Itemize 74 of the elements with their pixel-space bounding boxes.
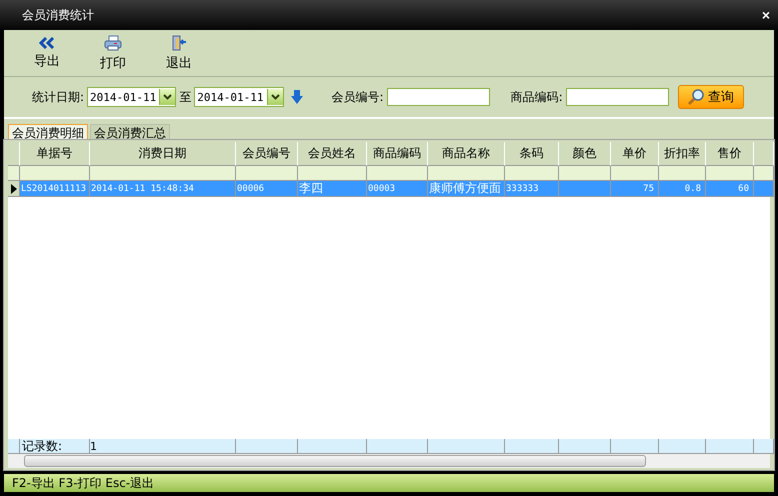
summary-label: 记录数: (20, 439, 90, 454)
tab[interactable]: 会员消费汇总 (90, 124, 170, 140)
filter-cell[interactable] (90, 166, 236, 181)
toolbar-button[interactable]: 退出 (160, 34, 198, 72)
filter-cell[interactable] (367, 166, 428, 181)
table-cell: LS2014011113 (20, 181, 90, 197)
filter-cell[interactable] (559, 166, 611, 181)
filter-cell[interactable] (298, 166, 367, 181)
table-cell: 75 (611, 181, 659, 197)
horizontal-scrollbar[interactable] (8, 454, 770, 468)
column-header[interactable]: 单据号 (20, 142, 90, 166)
filter-cell[interactable] (754, 166, 774, 181)
shortcut-hint: F2-导出 F3-打印 Esc-退出 (12, 474, 154, 492)
door-exit-icon (171, 34, 187, 50)
search-icon (687, 88, 706, 106)
summary-cell (505, 439, 559, 454)
double-chevron-icon (39, 36, 55, 48)
toolbar-button[interactable]: 打印 (94, 34, 132, 72)
date-from-picker[interactable]: 2014-01-11 (87, 87, 176, 107)
filter-cell[interactable] (659, 166, 706, 181)
date-label: 统计日期: (32, 88, 84, 106)
column-header[interactable]: 会员姓名 (298, 142, 367, 166)
table-cell: 333333 (505, 181, 559, 197)
table-cell (754, 181, 774, 197)
column-header[interactable]: 商品编码 (367, 142, 428, 166)
summary-cell (236, 439, 298, 454)
member-id-field[interactable] (386, 88, 490, 106)
printer-icon (104, 34, 122, 50)
column-header[interactable]: 售价 (706, 142, 754, 166)
filter-cell[interactable] (611, 166, 659, 181)
scrollbar-thumb[interactable] (24, 455, 646, 467)
table-cell: 60 (706, 181, 754, 197)
summary-cell (367, 439, 428, 454)
filter-cell[interactable] (236, 166, 298, 181)
search-button[interactable]: 查询 (678, 85, 744, 109)
column-header[interactable]: 条码 (505, 142, 559, 166)
row-header (8, 439, 20, 454)
column-header[interactable]: 消费日期 (90, 142, 236, 166)
column-header[interactable]: 折扣率 (659, 142, 706, 166)
filter-cell[interactable] (428, 166, 505, 181)
table-cell (559, 181, 611, 197)
product-code-label: 商品编码: (510, 88, 563, 106)
date-to-picker[interactable]: 2014-01-11 (194, 87, 284, 107)
filter-cell[interactable] (706, 166, 754, 181)
product-code-field[interactable] (566, 88, 669, 106)
summary-value: 1 (90, 439, 236, 454)
row-pointer-icon (11, 184, 17, 194)
row-header[interactable] (8, 181, 20, 197)
table-cell: 0.8 (659, 181, 706, 197)
table-cell: 00003 (367, 181, 428, 197)
tab[interactable]: 会员消费明细 (8, 124, 88, 140)
member-id-label: 会员编号: (332, 88, 384, 106)
column-header[interactable] (754, 142, 774, 166)
summary-cell (611, 439, 659, 454)
to-label: 至 (179, 88, 192, 106)
summary-cell (659, 439, 706, 454)
filter-cell[interactable] (505, 166, 559, 181)
summary-cell (559, 439, 611, 454)
column-header[interactable]: 颜色 (559, 142, 611, 166)
column-header[interactable]: 商品名称 (428, 142, 505, 166)
filter-cell[interactable] (20, 166, 90, 181)
summary-cell (754, 439, 774, 454)
column-header[interactable]: 单价 (611, 142, 659, 166)
down-arrow-icon[interactable] (290, 90, 303, 104)
close-button[interactable]: × (762, 7, 770, 23)
table-cell: 2014-01-11 15:48:34 (90, 181, 236, 197)
table-cell: 00006 (236, 181, 298, 197)
column-header[interactable]: 会员编号 (236, 142, 298, 166)
summary-cell (298, 439, 367, 454)
summary-cell (706, 439, 754, 454)
table-cell: 康师傅方便面 (428, 181, 505, 197)
toolbar-button[interactable]: 导出 (28, 36, 66, 70)
window-title: 会员消费统计 (22, 6, 94, 24)
table-cell: 李四 (298, 181, 367, 197)
